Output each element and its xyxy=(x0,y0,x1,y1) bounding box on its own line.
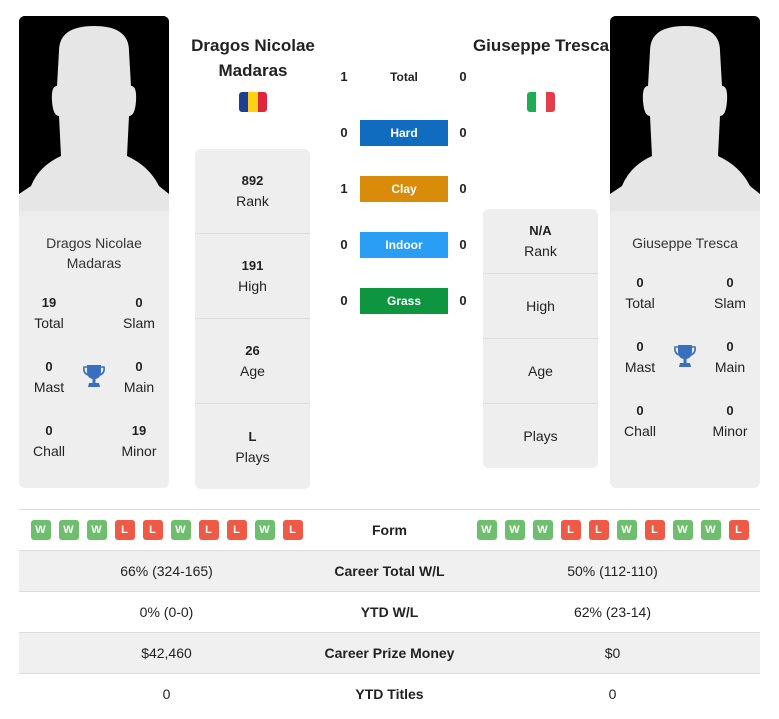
romania-flag-icon xyxy=(239,92,267,112)
form-badge-loss[interactable]: L xyxy=(644,520,665,540)
player1-card-name[interactable]: Dragos Nicolae Madaras xyxy=(19,233,169,273)
stat-rank: N/A Rank xyxy=(483,209,598,274)
surface-button-clay[interactable]: Clay xyxy=(360,176,448,202)
table-row: $42,460 Career Prize Money $0 xyxy=(19,632,760,673)
table-row: 0 YTD Titles 0 xyxy=(19,673,760,714)
titles-slam: 0 Slam xyxy=(123,295,155,331)
comparison-table: WWWLLWLLWL Form WWWLLWLWWL 66% (324-165)… xyxy=(19,509,760,714)
titles-total: 0 Total xyxy=(625,275,655,311)
form-badge-win[interactable]: W xyxy=(30,520,51,540)
titles-minor: 0 Minor xyxy=(712,403,748,439)
player-silhouette-icon xyxy=(610,16,760,216)
form-badge-loss[interactable]: L xyxy=(588,520,609,540)
h2h-clay: 1 Clay 0 xyxy=(335,176,475,202)
stat-plays: L Plays xyxy=(235,428,270,465)
form-badge-loss[interactable]: L xyxy=(226,520,247,540)
h2h-hard: 0 Hard 0 xyxy=(335,120,475,146)
titles-chall: 0 Chall xyxy=(624,403,656,439)
form-badge-loss[interactable]: L xyxy=(282,520,303,540)
player2-card-name[interactable]: Giuseppe Tresca xyxy=(610,233,760,253)
form-badge-win[interactable]: W xyxy=(86,520,107,540)
trophy-icon xyxy=(673,343,697,369)
surface-button-hard[interactable]: Hard xyxy=(360,120,448,146)
player2-stats: N/A Rank High Age Plays xyxy=(483,209,598,468)
player1-form: WWWLLWLLWL xyxy=(19,520,314,540)
stat-age: Age xyxy=(483,339,598,404)
stat-plays: Plays xyxy=(523,428,558,444)
table-row: 66% (324-165) Career Total W/L 50% (112-… xyxy=(19,550,760,591)
surface-button-grass[interactable]: Grass xyxy=(360,288,448,314)
player2-form: WWWLLWLWWL xyxy=(465,520,760,540)
form-badge-win[interactable]: W xyxy=(616,520,637,540)
h2h-total: 1 Total 0 xyxy=(335,64,475,90)
form-row: WWWLLWLLWL Form WWWLLWLWWL xyxy=(19,509,760,550)
form-badge-win[interactable]: W xyxy=(700,520,721,540)
form-badge-win[interactable]: W xyxy=(254,520,275,540)
player1-stats: 892 Rank 191 High 26 Age L Plays xyxy=(195,149,310,489)
titles-slam: 0 Slam xyxy=(714,275,746,311)
player2-name[interactable]: Giuseppe Tresca xyxy=(466,33,616,58)
form-badge-win[interactable]: W xyxy=(672,520,693,540)
form-badge-win[interactable]: W xyxy=(504,520,525,540)
stat-high: High xyxy=(483,274,598,339)
h2h-indoor: 0 Indoor 0 xyxy=(335,232,475,258)
surface-label-total[interactable]: Total xyxy=(360,64,448,90)
player1-name[interactable]: Dragos Nicolae Madaras xyxy=(178,33,328,83)
form-badge-loss[interactable]: L xyxy=(198,520,219,540)
table-row: 0% (0-0) YTD W/L 62% (23-14) xyxy=(19,591,760,632)
stat-age: 26 Age xyxy=(195,319,310,404)
flag-stripe xyxy=(527,92,537,112)
form-badge-win[interactable]: W xyxy=(170,520,191,540)
h2h-grass: 0 Grass 0 xyxy=(335,288,475,314)
trophy-icon xyxy=(82,363,106,389)
stat-rank: 892 Rank xyxy=(195,149,310,234)
form-badge-loss[interactable]: L xyxy=(114,520,135,540)
form-badge-win[interactable]: W xyxy=(58,520,79,540)
titles-total: 19 Total xyxy=(34,295,64,331)
titles-minor: 19 Minor xyxy=(121,423,157,459)
form-badge-loss[interactable]: L xyxy=(142,520,163,540)
flag-stripe xyxy=(545,92,555,112)
titles-chall: 0 Chall xyxy=(33,423,65,459)
titles-main: 0 Main xyxy=(714,339,746,375)
flag-stripe xyxy=(239,92,249,112)
stat-high: 191 High xyxy=(195,234,310,319)
flag-stripe xyxy=(536,92,546,112)
titles-mast: 0 Mast xyxy=(624,339,656,375)
titles-mast: 0 Mast xyxy=(33,359,65,395)
player-silhouette-icon xyxy=(19,16,169,216)
titles-main: 0 Main xyxy=(123,359,155,395)
form-badge-win[interactable]: W xyxy=(532,520,553,540)
form-badge-loss[interactable]: L xyxy=(728,520,749,540)
player1-photo[interactable] xyxy=(19,16,169,216)
flag-stripe xyxy=(248,92,258,112)
player1-card: Dragos Nicolae Madaras 19 Total 0 Slam 0 Ma… xyxy=(19,16,169,488)
italy-flag-icon xyxy=(527,92,555,112)
player2-card: Giuseppe Tresca 0 Total 0 Slam 0 Mast 0 Main… xyxy=(610,16,760,488)
flag-stripe xyxy=(257,92,267,112)
player2-photo[interactable] xyxy=(610,16,760,216)
surface-button-indoor[interactable]: Indoor xyxy=(360,232,448,258)
form-badge-win[interactable]: W xyxy=(476,520,497,540)
form-badge-loss[interactable]: L xyxy=(560,520,581,540)
form-label: Form xyxy=(372,522,407,538)
